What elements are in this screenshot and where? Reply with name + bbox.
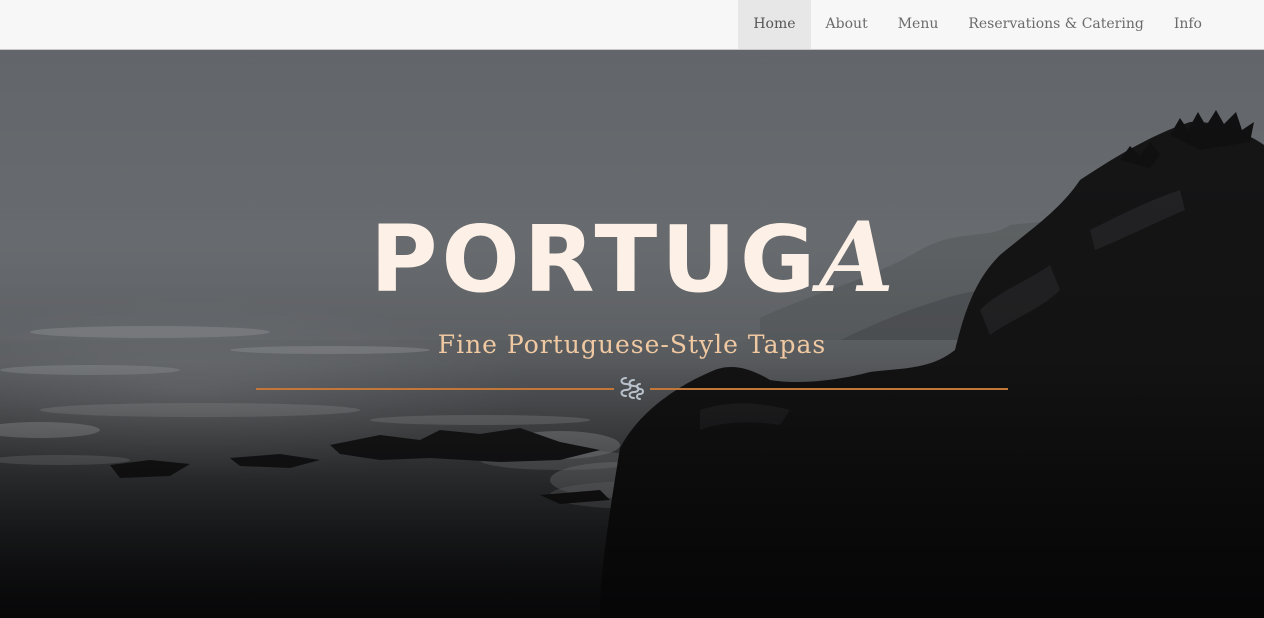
hero-section: PORTUGA Fine Portuguese-Style Tapas [0,50,1264,618]
nav-item-info[interactable]: Info [1159,0,1217,49]
nav-menu: Home About Menu Reservations & Catering … [738,0,1217,49]
hero-tagline: Fine Portuguese-Style Tapas [437,330,827,359]
nav-item-menu[interactable]: Menu [883,0,954,49]
brand-name-main: PORTUG [370,206,820,313]
brand-name-script-letter: A [819,201,894,314]
flourish-ornament-icon [620,377,644,400]
nav-item-reservations-catering[interactable]: Reservations & Catering [953,0,1158,49]
top-navbar: Home About Menu Reservations & Catering … [0,0,1264,50]
nav-item-about[interactable]: About [811,0,883,49]
brand-logo-text: PORTUGA [0,210,1264,306]
hero-divider-left [256,388,614,390]
nav-item-home[interactable]: Home [738,0,811,49]
hero-divider-right [650,388,1008,390]
